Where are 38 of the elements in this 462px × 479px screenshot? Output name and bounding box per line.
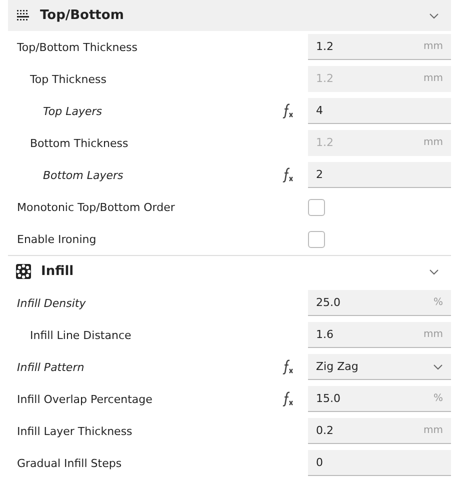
setting-label: Infill Layer Thickness xyxy=(16,424,134,438)
dropdown[interactable]: Zig Zag xyxy=(308,354,451,380)
number-field[interactable]: 0 xyxy=(308,450,451,476)
setting-label: Top/Bottom Thickness xyxy=(16,40,138,54)
unit-label: mm xyxy=(424,73,443,84)
setting-label: Infill Line Distance xyxy=(29,328,132,342)
number-field[interactable]: 1.6 mm xyxy=(308,322,451,348)
setting-label: Enable Ironing xyxy=(16,232,98,246)
setting-label: Gradual Infill Steps xyxy=(16,456,123,470)
setting-label: Infill Overlap Percentage xyxy=(16,392,154,406)
number-field[interactable]: 15.0 % xyxy=(308,386,451,412)
section-header[interactable]: Top/Bottom xyxy=(8,0,451,31)
layers-icon xyxy=(16,8,30,22)
setting-label: Infill Pattern xyxy=(16,360,86,374)
unit-label: mm xyxy=(424,329,443,340)
chevron-icon xyxy=(429,12,439,18)
setting-label: Bottom Layers xyxy=(42,168,124,182)
setting-label: Monotonic Top/Bottom Order xyxy=(16,200,176,214)
setting-label: Top Thickness xyxy=(29,72,108,86)
number-field[interactable]: 1.2 mm xyxy=(308,34,451,60)
unit-label: mm xyxy=(424,137,443,148)
caret-icon xyxy=(433,364,443,370)
number-field[interactable]: 0.2 mm xyxy=(308,418,451,444)
setting-label: Bottom Thickness xyxy=(29,136,130,150)
infill-icon xyxy=(16,264,31,279)
checkbox[interactable] xyxy=(308,198,325,216)
checkbox[interactable] xyxy=(308,230,325,248)
unit-label: mm xyxy=(424,425,443,436)
section-title: Infill xyxy=(41,264,75,279)
unit-label: % xyxy=(433,393,443,404)
setting-label: Infill Density xyxy=(16,296,87,310)
section-header[interactable]: Infill xyxy=(8,256,451,287)
section-title: Top/Bottom xyxy=(40,8,125,23)
chevron-icon xyxy=(429,268,439,274)
unit-label: % xyxy=(433,297,443,308)
unit-label: mm xyxy=(424,41,443,52)
setting-label: Top Layers xyxy=(42,104,103,118)
number-field[interactable]: 25.0 % xyxy=(308,290,451,316)
